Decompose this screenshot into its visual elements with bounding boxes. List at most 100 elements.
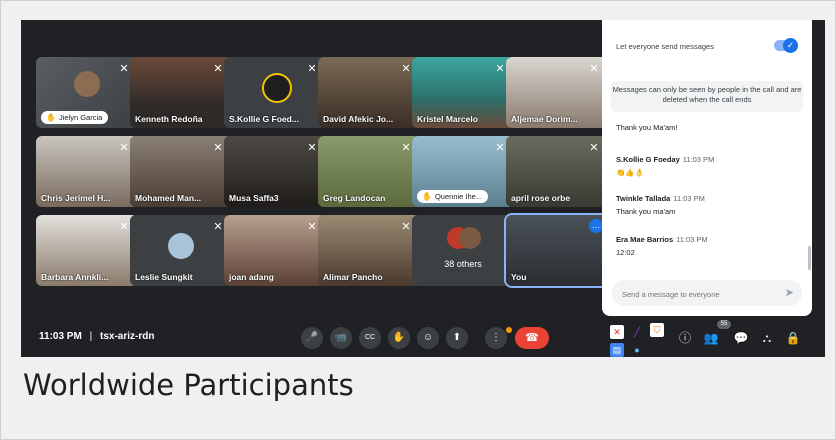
send-messages-toggle[interactable]: ✓ bbox=[774, 38, 798, 53]
participant-tile[interactable]: ✕ Kristel Marcelo bbox=[412, 57, 514, 128]
chat-panel: Let everyone send messages ✓ Messages ca… bbox=[602, 20, 812, 316]
participant-name: Musa Saffa3 bbox=[229, 193, 279, 203]
extension-icon[interactable]: ✕ bbox=[610, 325, 624, 339]
raised-hand-icon: ✋ bbox=[422, 192, 432, 201]
muted-mic-icon: ✕ bbox=[495, 142, 505, 154]
participant-tile[interactable]: ✕ Greg Landocan bbox=[318, 136, 420, 207]
raised-hand-pill: ✋ Quennie Ihe... bbox=[417, 190, 489, 203]
participant-tile[interactable]: ✕ Alimar Pancho bbox=[318, 215, 420, 286]
muted-mic-icon: ✕ bbox=[589, 63, 599, 75]
muted-mic-icon: ✕ bbox=[119, 221, 129, 233]
message-time: 11:03 PM bbox=[673, 194, 705, 203]
participant-name: Greg Landocan bbox=[323, 193, 386, 203]
separator: | bbox=[89, 331, 93, 342]
send-messages-toggle-row: Let everyone send messages ✓ bbox=[616, 38, 798, 53]
muted-mic-icon: ✕ bbox=[589, 142, 599, 154]
lock-icon[interactable]: 🔒 bbox=[784, 329, 802, 347]
notification-dot bbox=[506, 327, 512, 333]
send-icon[interactable]: ➤ bbox=[785, 286, 794, 299]
people-count-badge: 55 bbox=[717, 320, 731, 329]
raise-hand-icon[interactable]: ✋ bbox=[388, 327, 410, 349]
chat-input[interactable] bbox=[620, 285, 784, 303]
participant-tile[interactable]: ✕ Leslie Sungkit bbox=[130, 215, 232, 286]
meeting-info: 11:03 PM | tsx-ariz-rdn bbox=[39, 331, 154, 342]
participant-tile[interactable]: ✕ Kenneth Redoña bbox=[130, 57, 232, 128]
extension-icon[interactable]: ● bbox=[630, 343, 644, 357]
chat-message: Thank you Ma'am! bbox=[616, 119, 796, 132]
participant-tile[interactable]: ✕ Musa Saffa3 bbox=[224, 136, 326, 207]
message-text: 12:02 bbox=[616, 248, 635, 257]
participant-name: Leslie Sungkit bbox=[135, 272, 193, 282]
participant-name: You bbox=[511, 272, 527, 282]
self-tile[interactable]: … You bbox=[504, 213, 610, 288]
info-icon[interactable]: ⓘ bbox=[676, 329, 694, 347]
muted-mic-icon: ✕ bbox=[213, 221, 223, 233]
figure-caption: Worldwide Participants bbox=[23, 368, 354, 402]
participant-name: Kenneth Redoña bbox=[135, 114, 203, 124]
captions-icon[interactable]: CC bbox=[359, 327, 381, 349]
message-list[interactable]: Thank you Ma'am! S.Kollie G Foeday 11:03 … bbox=[616, 117, 806, 277]
participant-tile[interactable]: ✕ april rose orbe bbox=[506, 136, 608, 207]
participant-tile[interactable]: ✕ Aljemae Dorim... bbox=[506, 57, 608, 128]
more-options-icon[interactable]: … bbox=[589, 219, 603, 233]
muted-mic-icon: ✕ bbox=[213, 142, 223, 154]
muted-mic-icon: ✕ bbox=[307, 63, 317, 75]
participant-name: Mohamed Man... bbox=[135, 193, 202, 203]
participant-tile[interactable]: ✕ S.Kollie G Foed... bbox=[224, 57, 326, 128]
participant-tile[interactable]: ✕ ✋ Jielyn Garcia bbox=[36, 57, 138, 128]
raised-hand-pill: ✋ Jielyn Garcia bbox=[41, 111, 109, 124]
people-icon[interactable]: 👥 bbox=[702, 329, 720, 347]
participant-name: april rose orbe bbox=[511, 193, 571, 203]
muted-mic-icon: ✕ bbox=[213, 63, 223, 75]
participant-name: Barbara Annkli... bbox=[41, 272, 109, 282]
activities-icon[interactable]: ⛬ bbox=[758, 329, 776, 347]
participant-tile[interactable]: ✕ ✋ Quennie Ihe... bbox=[412, 136, 514, 207]
clock: 11:03 PM bbox=[39, 331, 82, 342]
others-count: 38 others bbox=[444, 259, 482, 269]
figure-frame: ✕ ✋ Jielyn Garcia ✕ Kenneth Redoña ✕ S.Ko… bbox=[0, 0, 836, 440]
shield-icon[interactable]: ⛉ bbox=[650, 323, 664, 337]
leave-call-icon[interactable]: ☎ bbox=[515, 327, 549, 349]
participant-name: joan adang bbox=[229, 272, 274, 282]
participant-tile[interactable]: ✕ David Afekic Jo... bbox=[318, 57, 420, 128]
muted-mic-icon: ✕ bbox=[495, 63, 505, 75]
camera-icon[interactable]: 📹 bbox=[330, 327, 352, 349]
scrollbar[interactable] bbox=[808, 246, 811, 270]
muted-mic-icon: ✕ bbox=[307, 142, 317, 154]
message-text: Thank you Ma'am! bbox=[616, 123, 678, 132]
participant-name: Quennie Ihe... bbox=[434, 192, 483, 201]
message-text: Thank you ma'am bbox=[616, 207, 676, 216]
chat-icon[interactable]: 💬 bbox=[732, 329, 750, 347]
participant-tile[interactable]: ✕ Barbara Annkli... bbox=[36, 215, 138, 286]
muted-mic-icon: ✕ bbox=[401, 142, 411, 154]
message-sender: S.Kollie G Foeday bbox=[616, 155, 680, 164]
extension-icon[interactable]: ▤ bbox=[610, 343, 624, 357]
pen-icon[interactable]: ╱ bbox=[630, 325, 644, 339]
message-time: 11:03 PM bbox=[682, 155, 715, 164]
present-icon[interactable]: ⬆ bbox=[446, 327, 468, 349]
avatar bbox=[168, 233, 194, 259]
message-sender: Era Mae Barrios bbox=[616, 235, 674, 244]
meeting-code: tsx-ariz-rdn bbox=[99, 331, 155, 342]
participant-tile[interactable]: ✕ joan adang bbox=[224, 215, 326, 286]
more-options-icon[interactable]: ⋮ bbox=[485, 327, 507, 349]
muted-mic-icon: ✕ bbox=[401, 221, 411, 233]
muted-mic-icon: ✕ bbox=[401, 63, 411, 75]
participant-tile[interactable]: ✕ Mohamed Man... bbox=[130, 136, 232, 207]
chat-message: S.Kollie G Foeday 11:03 PM 👏👍👌 bbox=[616, 155, 796, 177]
others-tile[interactable]: 38 others bbox=[412, 215, 514, 286]
muted-mic-icon: ✕ bbox=[119, 142, 129, 154]
bottom-bar: 11:03 PM | tsx-ariz-rdn 🎤 📹 CC ✋ ☺ ⬆ ⋮ ☎ bbox=[21, 319, 602, 357]
emoji-icon[interactable]: ☺ bbox=[417, 327, 439, 349]
chat-notice: Messages can only be seen by people in t… bbox=[611, 81, 803, 112]
participant-tile[interactable]: ✕ Chris Jerimel H... bbox=[36, 136, 138, 207]
toggle-label: Let everyone send messages bbox=[616, 42, 714, 51]
participant-name: S.Kollie G Foed... bbox=[229, 114, 299, 124]
message-sender: Twinkle Tallada bbox=[616, 194, 671, 203]
participant-name: David Afekic Jo... bbox=[323, 114, 394, 124]
mic-icon[interactable]: 🎤 bbox=[301, 327, 323, 349]
muted-mic-icon: ✕ bbox=[119, 63, 129, 75]
message-time: 11:03 PM bbox=[676, 235, 708, 244]
chat-input-box[interactable]: ➤ bbox=[612, 280, 802, 306]
participant-name: Jielyn Garcia bbox=[58, 113, 103, 122]
